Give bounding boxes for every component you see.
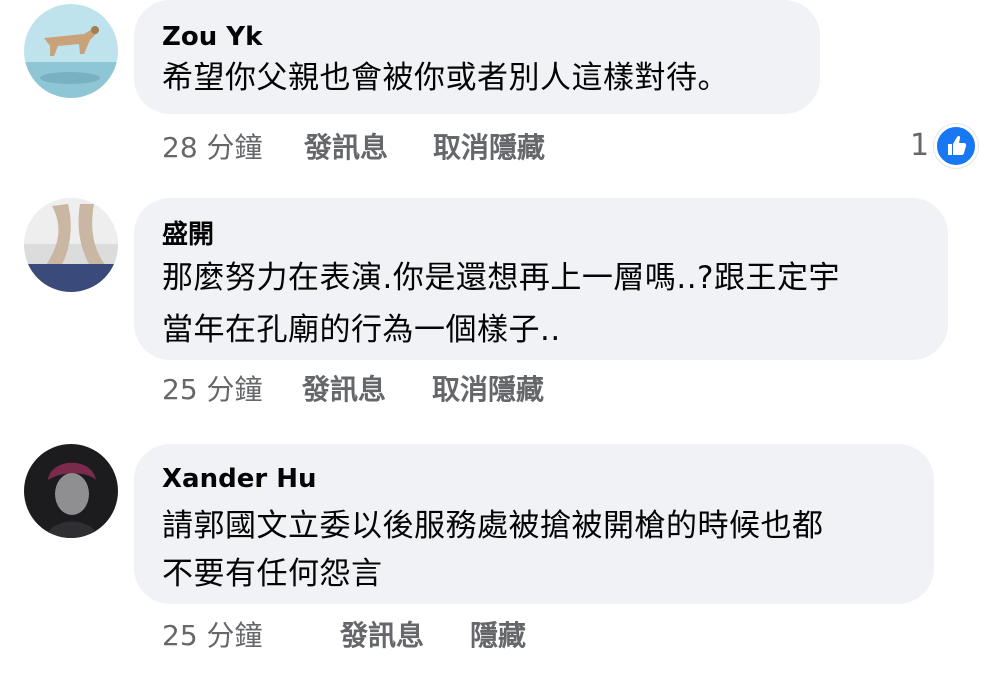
hide-link[interactable]: 隱藏 <box>470 620 526 652</box>
comment-timestamp[interactable]: 25 分鐘 <box>162 374 263 406</box>
comment-text: 當年在孔廟的行為一個樣子.. <box>162 312 561 348</box>
send-message-link[interactable]: 發訊息 <box>340 620 424 652</box>
comment-timestamp[interactable]: 28 分鐘 <box>162 132 263 164</box>
comment-text: 希望你父親也會被你或者別人這樣對待。 <box>162 60 729 96</box>
reaction-count[interactable]: 1 <box>910 130 929 162</box>
send-message-link[interactable]: 發訊息 <box>302 374 386 406</box>
send-message-link[interactable]: 發訊息 <box>304 132 388 164</box>
comment-author[interactable]: Xander Hu <box>162 464 317 494</box>
comment-bubble: Xander Hu 請郭國文立委以後服務處被搶被開槍的時候也都 不要有任何怨言 <box>134 444 934 604</box>
thumbs-up-icon[interactable] <box>934 124 978 168</box>
comment-author[interactable]: Zou Yk <box>162 22 262 52</box>
comment-author[interactable]: 盛開 <box>162 220 214 250</box>
avatar[interactable] <box>24 444 118 538</box>
unhide-link[interactable]: 取消隱藏 <box>432 374 544 406</box>
feed-bottom-edge <box>0 678 990 686</box>
comment-bubble: Zou Yk 希望你父親也會被你或者別人這樣對待。 <box>134 0 820 114</box>
avatar[interactable] <box>24 4 118 98</box>
unhide-link[interactable]: 取消隱藏 <box>433 132 545 164</box>
comment-text: 那麼努力在表演.你是還想再上一層嗎..?跟王定宇 <box>162 260 841 296</box>
comment-text: 請郭國文立委以後服務處被搶被開槍的時候也都 <box>162 508 824 544</box>
comment-text: 不要有任何怨言 <box>162 556 383 592</box>
avatar[interactable] <box>24 198 118 292</box>
comment-timestamp[interactable]: 25 分鐘 <box>162 620 263 652</box>
comment-bubble: 盛開 那麼努力在表演.你是還想再上一層嗎..?跟王定宇 當年在孔廟的行為一個樣子… <box>134 198 948 360</box>
